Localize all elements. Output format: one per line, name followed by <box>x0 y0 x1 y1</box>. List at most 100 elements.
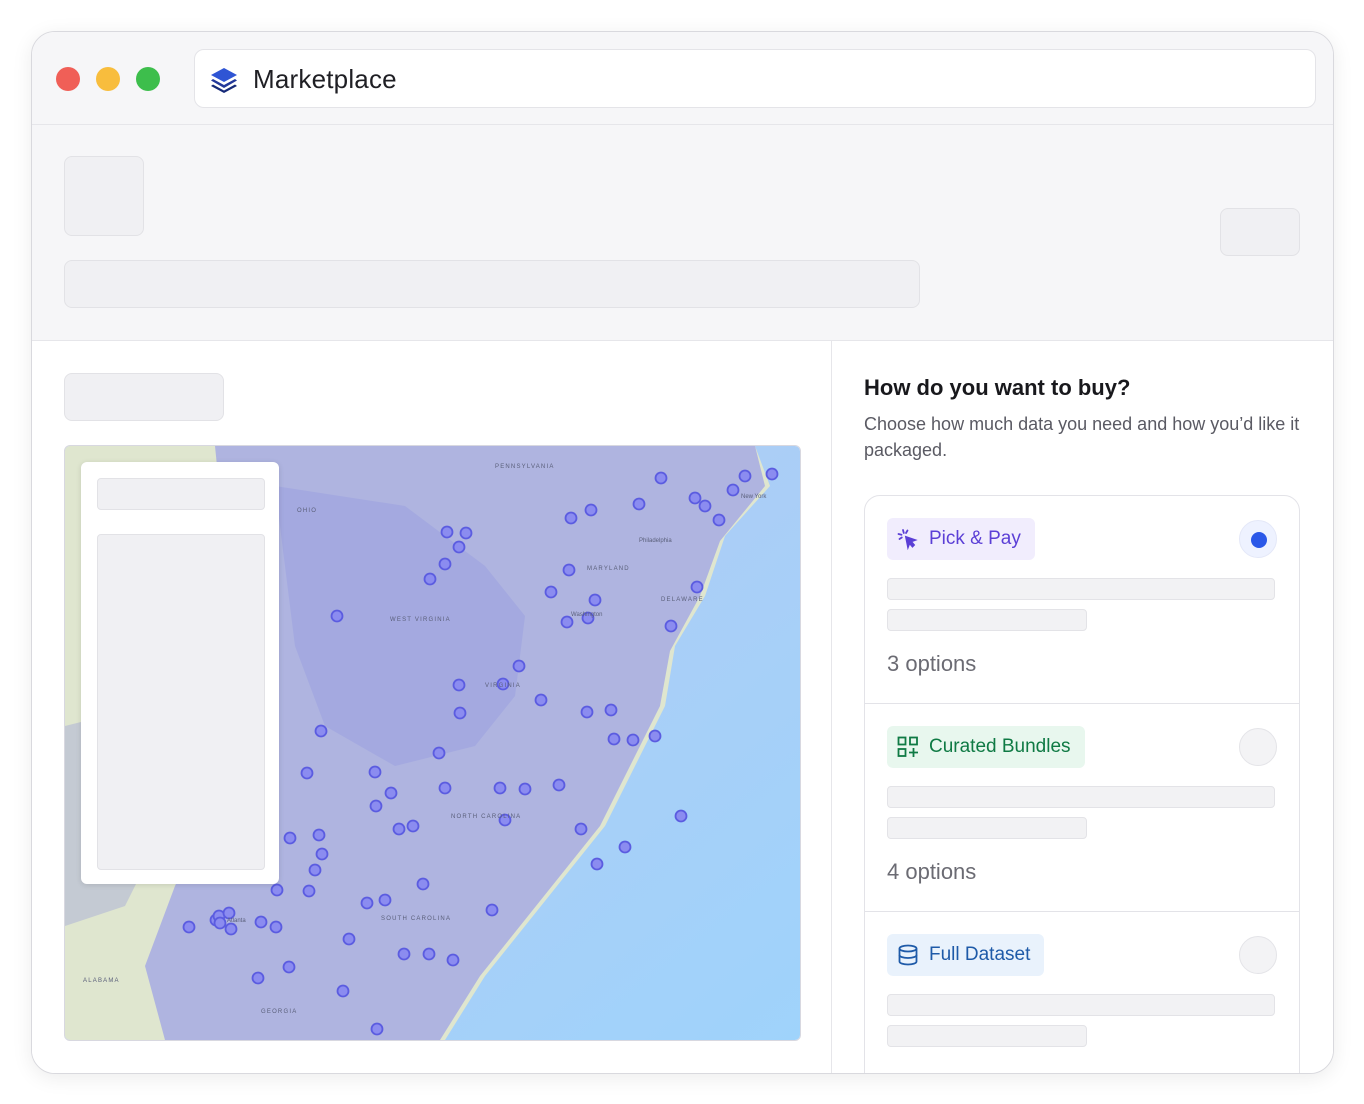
location-marker[interactable] <box>564 511 578 525</box>
location-marker[interactable] <box>648 729 662 743</box>
location-marker[interactable] <box>312 828 326 842</box>
location-marker[interactable] <box>560 615 574 629</box>
location-marker[interactable] <box>618 840 632 854</box>
location-marker[interactable] <box>738 469 752 483</box>
location-marker[interactable] <box>213 916 227 930</box>
map-place-label: Philadelphia <box>639 538 672 544</box>
location-marker[interactable] <box>422 947 436 961</box>
location-marker[interactable] <box>302 884 316 898</box>
location-marker[interactable] <box>674 809 688 823</box>
location-marker[interactable] <box>664 619 678 633</box>
location-marker[interactable] <box>269 920 283 934</box>
location-marker[interactable] <box>406 819 420 833</box>
option-label: Curated Bundles <box>929 736 1071 757</box>
map-place-label: VIRGINIA <box>485 683 521 689</box>
coverage-map[interactable]: PENNSYLVANIA OHIO WEST VIRGINIA VIRGINIA MAR… <box>64 445 801 1041</box>
title-bar: Marketplace <box>32 32 1333 125</box>
location-marker[interactable] <box>688 491 702 505</box>
option-count: 3 options <box>887 651 977 676</box>
location-marker[interactable] <box>438 557 452 571</box>
location-marker[interactable] <box>224 922 238 936</box>
location-marker[interactable] <box>726 483 740 497</box>
location-marker[interactable] <box>251 971 265 985</box>
location-marker[interactable] <box>632 497 646 511</box>
location-marker[interactable] <box>368 765 382 779</box>
option-badge: Curated Bundles <box>887 726 1085 768</box>
location-marker[interactable] <box>452 678 466 692</box>
location-marker[interactable] <box>446 953 460 967</box>
location-marker[interactable] <box>300 766 314 780</box>
location-marker[interactable] <box>712 513 726 527</box>
map-filter-panel <box>81 462 279 884</box>
location-marker[interactable] <box>453 706 467 720</box>
location-marker[interactable] <box>698 499 712 513</box>
location-marker[interactable] <box>369 799 383 813</box>
map-place-label: NORTH CAROLINA <box>451 814 521 820</box>
location-marker[interactable] <box>459 526 473 540</box>
location-marker[interactable] <box>336 984 350 998</box>
minimize-window-button[interactable] <box>96 67 120 91</box>
location-marker[interactable] <box>574 822 588 836</box>
option-description-placeholder <box>887 609 1087 631</box>
location-marker[interactable] <box>282 960 296 974</box>
location-marker[interactable] <box>588 593 602 607</box>
location-marker[interactable] <box>580 705 594 719</box>
location-marker[interactable] <box>765 467 779 481</box>
location-marker[interactable] <box>485 903 499 917</box>
option-pick-pay[interactable]: Pick & Pay 3 options <box>865 496 1299 704</box>
location-marker[interactable] <box>534 693 548 707</box>
location-marker[interactable] <box>378 893 392 907</box>
location-marker[interactable] <box>416 877 430 891</box>
location-marker[interactable] <box>254 915 268 929</box>
location-marker[interactable] <box>270 883 284 897</box>
maximize-window-button[interactable] <box>136 67 160 91</box>
filter-input-placeholder[interactable] <box>97 478 265 510</box>
location-marker[interactable] <box>342 932 356 946</box>
location-marker[interactable] <box>552 778 566 792</box>
location-marker[interactable] <box>518 782 532 796</box>
map-place-label: PENNSYLVANIA <box>495 464 555 470</box>
page-header <box>32 125 1333 341</box>
close-window-button[interactable] <box>56 67 80 91</box>
location-marker[interactable] <box>584 503 598 517</box>
location-marker[interactable] <box>544 585 558 599</box>
location-marker[interactable] <box>438 781 452 795</box>
action-button-placeholder[interactable] <box>1220 208 1300 256</box>
location-marker[interactable] <box>222 906 236 920</box>
location-marker[interactable] <box>452 540 466 554</box>
location-marker[interactable] <box>440 525 454 539</box>
location-marker[interactable] <box>330 609 344 623</box>
location-marker[interactable] <box>384 786 398 800</box>
location-marker[interactable] <box>182 920 196 934</box>
location-marker[interactable] <box>370 1022 384 1036</box>
location-marker[interactable] <box>314 724 328 738</box>
location-marker[interactable] <box>423 572 437 586</box>
location-marker[interactable] <box>512 659 526 673</box>
location-marker[interactable] <box>493 781 507 795</box>
location-marker[interactable] <box>397 947 411 961</box>
address-bar[interactable]: Marketplace <box>194 49 1316 108</box>
location-marker[interactable] <box>308 863 322 877</box>
map-place-label: GEORGIA <box>261 1009 297 1015</box>
location-marker[interactable] <box>590 857 604 871</box>
purchase-panel: How do you want to buy? Choose how much … <box>832 341 1333 1073</box>
location-marker[interactable] <box>562 563 576 577</box>
location-marker[interactable] <box>604 703 618 717</box>
option-radio[interactable] <box>1239 936 1277 974</box>
map-place-label: Washington <box>571 612 602 618</box>
location-marker[interactable] <box>626 733 640 747</box>
location-marker[interactable] <box>392 822 406 836</box>
location-marker[interactable] <box>432 746 446 760</box>
location-marker[interactable] <box>283 831 297 845</box>
option-radio-selected[interactable] <box>1239 520 1277 558</box>
location-marker[interactable] <box>360 896 374 910</box>
map-place-label: MARYLAND <box>587 566 630 572</box>
cursor-click-icon <box>897 528 919 550</box>
option-radio[interactable] <box>1239 728 1277 766</box>
location-marker[interactable] <box>690 580 704 594</box>
location-marker[interactable] <box>607 732 621 746</box>
location-marker[interactable] <box>654 471 668 485</box>
location-marker[interactable] <box>315 847 329 861</box>
option-full-dataset[interactable]: Full Dataset <box>865 912 1299 1073</box>
option-curated-bundles[interactable]: Curated Bundles 4 options <box>865 704 1299 912</box>
